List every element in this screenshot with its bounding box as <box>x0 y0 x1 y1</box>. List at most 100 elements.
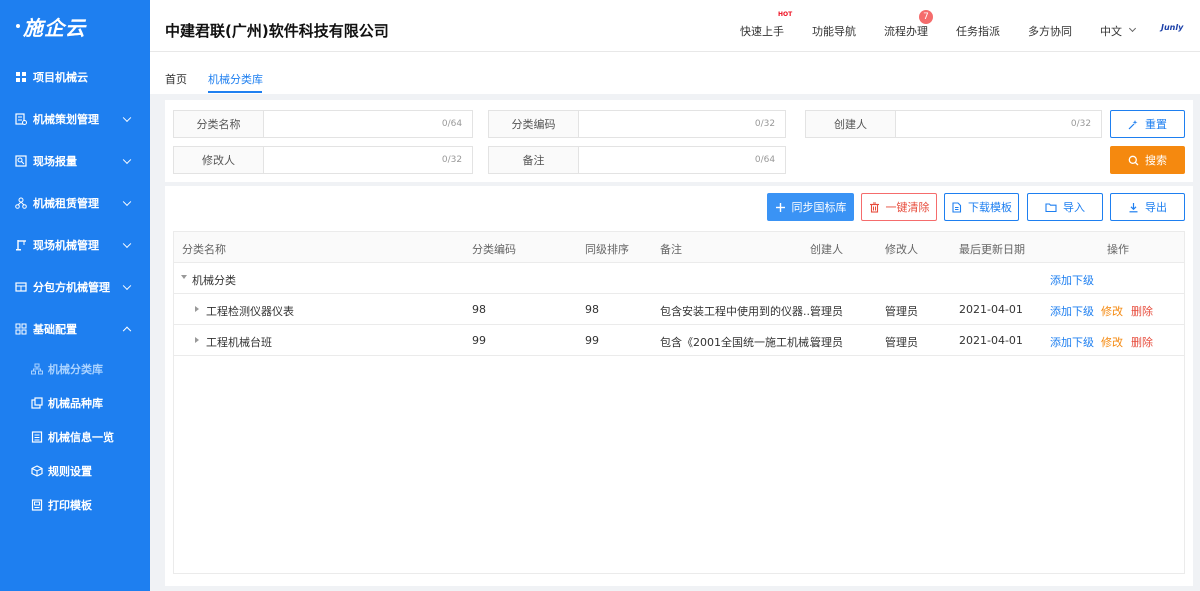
company-name: 中建君联(广州)软件科技有限公司 <box>165 22 389 40</box>
language-select[interactable]: 中文 <box>1100 23 1122 39</box>
reset-label: 重置 <box>1145 118 1167 131</box>
creator-field: 创建人 0/32 <box>805 110 1102 138</box>
export-button[interactable]: 导出 <box>1110 193 1185 221</box>
sidebar-item-project-cloud[interactable]: 项目机械云 <box>0 56 150 98</box>
tab-home[interactable]: 首页 <box>165 71 187 87</box>
category-name-field: 分类名称 0/64 <box>173 110 473 138</box>
sidebar-subitem-label: 机械品种库 <box>48 397 103 410</box>
field-label: 备注 <box>489 147 579 173</box>
sidebar-item-label: 分包方机械管理 <box>33 281 110 294</box>
delete-button[interactable]: 删除 <box>1131 303 1153 319</box>
chevron-down-icon <box>122 197 132 207</box>
cell-modifier: 管理员 <box>885 305 918 318</box>
table-header: 分类名称 分类编码 同级排序 备注 创建人 修改人 最后更新日期 操作 <box>174 232 1184 263</box>
cell-name: 工程机械台班 <box>206 336 272 349</box>
edit-button[interactable]: 修改 <box>1101 334 1123 350</box>
sidebar-item-label: 项目机械云 <box>33 71 88 84</box>
export-label: 导出 <box>1145 201 1167 214</box>
nav-workflow[interactable]: 流程办理 <box>884 23 928 39</box>
sync-label: 同步国标库 <box>791 201 847 214</box>
cell-note: 包含安装工程中使用到的仪器... <box>660 305 814 318</box>
sidebar-subitem-machine-info[interactable]: 机械信息一览 <box>0 420 150 454</box>
sync-standard-button[interactable]: 同步国标库 <box>767 193 854 221</box>
clear-all-button[interactable]: 一键清除 <box>861 193 937 221</box>
sidebar-subitem-label: 规则设置 <box>48 465 92 478</box>
sidebar-item-label: 机械租赁管理 <box>33 197 99 210</box>
sidebar-subitem-variety-library[interactable]: 机械品种库 <box>0 386 150 420</box>
search-button[interactable]: 搜索 <box>1110 146 1185 174</box>
add-child-button[interactable]: 添加下级 <box>1050 272 1094 288</box>
logo-dot <box>16 24 20 28</box>
modifier-input[interactable] <box>264 147 432 173</box>
col-creator: 创建人 <box>810 243 843 256</box>
sidebar-subitem-label: 机械分类库 <box>48 363 103 376</box>
col-name: 分类名称 <box>182 243 226 256</box>
char-counter: 0/32 <box>1070 119 1092 129</box>
creator-input[interactable] <box>896 111 1061 137</box>
sidebar-item-basic-config[interactable]: 基础配置 <box>0 308 150 350</box>
caret-right-icon[interactable] <box>195 306 199 312</box>
nav-task-assign[interactable]: 任务指派 <box>956 23 1000 39</box>
field-label: 分类编码 <box>489 111 579 137</box>
sidebar-item-label: 现场报量 <box>33 155 77 168</box>
sidebar-item-label: 机械策划管理 <box>33 113 99 126</box>
download-icon <box>1128 202 1139 213</box>
clear-label: 一键清除 <box>885 201 930 214</box>
search-icon <box>1128 155 1139 166</box>
sidebar-item-site-machinery[interactable]: 现场机械管理 <box>0 224 150 266</box>
building-icon <box>15 281 27 293</box>
sidebar-item-rental[interactable]: 机械租赁管理 <box>0 182 150 224</box>
cell-creator: 管理员 <box>810 305 843 318</box>
cell-date: 2021-04-01 <box>959 334 1023 347</box>
sidebar: 施企云 项目机械云 机械策划管理 现场报量 机械租赁管理 现场机械管理 分包方机… <box>0 0 150 591</box>
download-label: 下载模板 <box>968 201 1012 214</box>
download-template-button[interactable]: 下载模板 <box>944 193 1019 221</box>
sidebar-subitem-print-template[interactable]: 打印模板 <box>0 488 150 522</box>
database-icon <box>31 397 43 409</box>
category-code-input[interactable] <box>579 111 745 137</box>
chevron-down-icon <box>122 281 132 291</box>
delete-button[interactable]: 删除 <box>1131 334 1153 350</box>
cell-name: 机械分类 <box>192 274 236 287</box>
caret-right-icon[interactable] <box>195 337 199 343</box>
document-icon <box>951 201 962 213</box>
table-row-group: 机械分类 添加下级 <box>174 263 1184 294</box>
category-code-field: 分类编码 0/32 <box>488 110 786 138</box>
import-button[interactable]: 导入 <box>1027 193 1103 221</box>
remark-field: 备注 0/64 <box>488 146 786 174</box>
remark-input[interactable] <box>579 147 745 173</box>
modifier-field: 修改人 0/32 <box>173 146 473 174</box>
add-child-button[interactable]: 添加下级 <box>1050 303 1094 319</box>
char-counter: 0/64 <box>754 155 776 165</box>
sidebar-subitem-rule-settings[interactable]: 规则设置 <box>0 454 150 488</box>
caret-down-icon[interactable] <box>181 275 187 279</box>
cell-date: 2021-04-01 <box>959 303 1023 316</box>
col-action: 操作 <box>1107 243 1129 256</box>
folder-icon <box>1045 202 1057 213</box>
char-counter: 0/32 <box>754 119 776 129</box>
category-name-input[interactable] <box>264 111 432 137</box>
plus-icon <box>775 202 786 213</box>
field-label: 修改人 <box>174 147 264 173</box>
col-date: 最后更新日期 <box>959 243 1025 256</box>
search-label: 搜索 <box>1145 154 1167 167</box>
grid-icon <box>15 71 27 83</box>
field-label: 创建人 <box>806 111 896 137</box>
tab-category-library[interactable]: 机械分类库 <box>208 71 263 87</box>
reset-button[interactable]: 重置 <box>1110 110 1185 138</box>
sidebar-item-subcontractor[interactable]: 分包方机械管理 <box>0 266 150 308</box>
category-table: 分类名称 分类编码 同级排序 备注 创建人 修改人 最后更新日期 操作 机械分类… <box>173 231 1185 574</box>
col-code: 分类编码 <box>472 243 516 256</box>
edit-button[interactable]: 修改 <box>1101 303 1123 319</box>
nav-collaboration[interactable]: 多方协同 <box>1028 23 1072 39</box>
nav-function-guide[interactable]: 功能导航 <box>812 23 856 39</box>
logo[interactable]: 施企云 <box>0 0 150 52</box>
sidebar-item-site-report[interactable]: 现场报量 <box>0 140 150 182</box>
nav-quick-start[interactable]: 快速上手 <box>740 23 784 39</box>
cell-modifier: 管理员 <box>885 336 918 349</box>
sidebar-subitem-category-library[interactable]: 机械分类库 <box>0 352 150 386</box>
add-child-button[interactable]: 添加下级 <box>1050 334 1094 350</box>
print-template-icon <box>31 499 43 511</box>
sidebar-item-planning[interactable]: 机械策划管理 <box>0 98 150 140</box>
chevron-down-icon <box>122 113 132 123</box>
